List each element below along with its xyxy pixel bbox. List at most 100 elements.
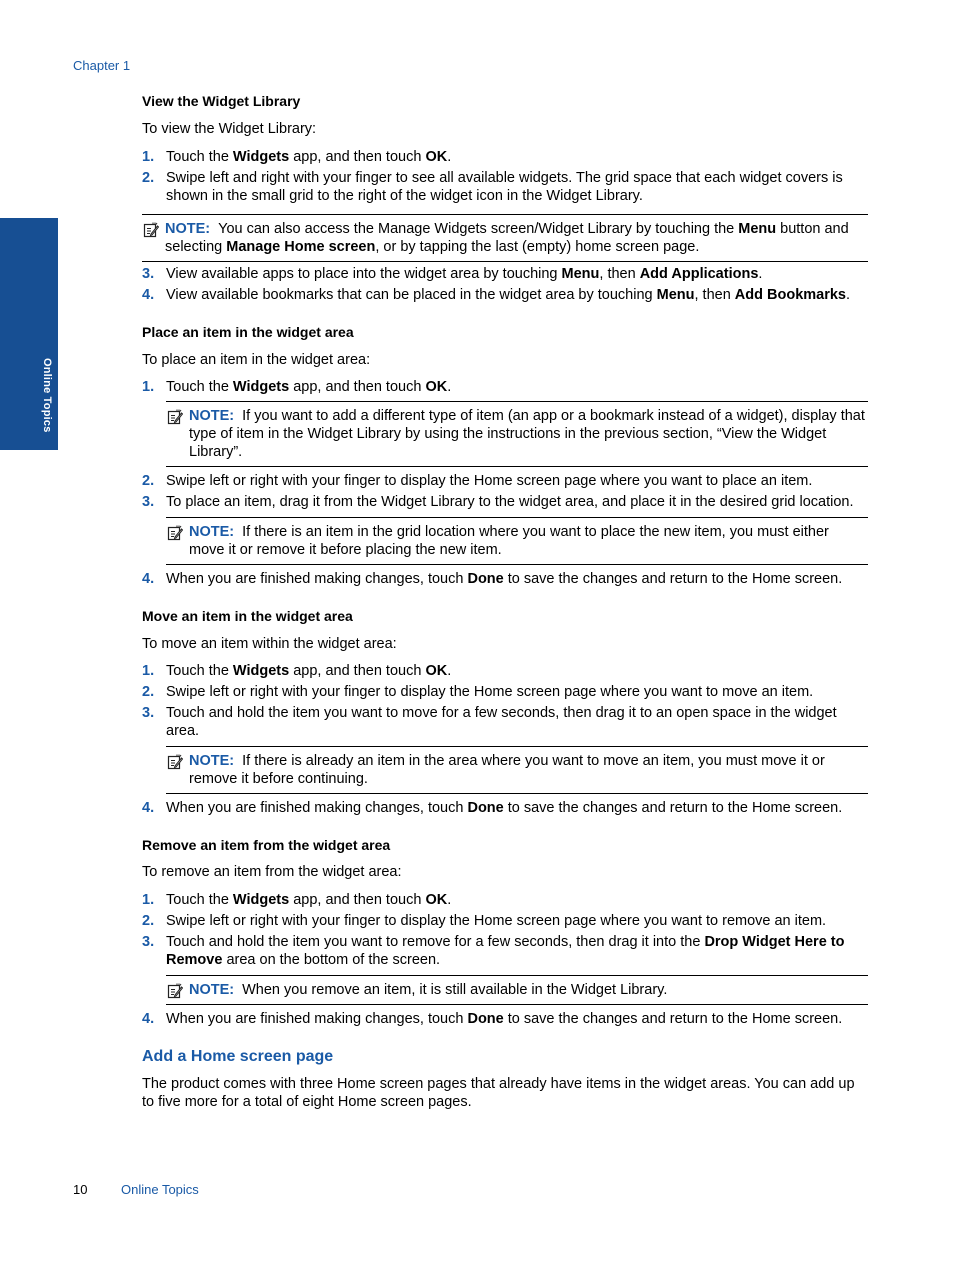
list-item: 3. Touch and hold the item you want to mo…	[142, 704, 868, 740]
text-run: area on the bottom of the screen.	[222, 952, 441, 968]
note-box: NOTE: If you want to add a different type…	[166, 401, 868, 467]
section-heading-move: Move an item in the widget area	[142, 608, 353, 624]
text-run: Swipe left and right with your finger to…	[166, 170, 843, 204]
list-item: 2. Swipe left and right with your finger …	[142, 169, 868, 205]
list-item: 2. Swipe left or right with your finger t…	[142, 472, 868, 490]
step-list: 2. Swipe left or right with your finger t…	[142, 472, 868, 511]
bold-term: Add Bookmarks	[734, 287, 846, 303]
step-number: 3.	[142, 494, 155, 510]
note-box: NOTE: If there is already an item in the …	[166, 746, 868, 794]
step-list: 4. When you are finished making changes, …	[142, 799, 868, 817]
text-run: , or by tapping the last (empty) home sc…	[375, 239, 700, 255]
section-heading-remove: Remove an item from the widget area	[142, 837, 391, 853]
text-run: Touch the	[166, 663, 233, 679]
step-list: 4. When you are finished making changes, …	[142, 1010, 868, 1028]
step-list: 1. Touch the Widgets app, and then touch …	[142, 662, 868, 740]
list-item: 1. Touch the Widgets app, and then touch …	[142, 378, 868, 396]
step-number: 2.	[142, 473, 155, 489]
text-run: .	[846, 287, 851, 303]
step-number: 3.	[142, 266, 155, 282]
bold-term: Widgets	[232, 379, 290, 395]
text-run: app, and then touch	[289, 663, 426, 679]
text-run: When you are finished making changes, to…	[166, 1011, 468, 1027]
section-heading-view: View the Widget Library	[142, 93, 301, 109]
note-label: NOTE:	[189, 524, 235, 540]
text-run: Touch and hold the item you want to move…	[166, 705, 837, 739]
step-number: 4.	[142, 800, 155, 816]
note-label: NOTE:	[189, 753, 235, 769]
bold-term: Menu	[738, 221, 777, 237]
section-intro-remove: To remove an item from the widget area:	[142, 864, 402, 880]
section-body-add: The product comes with three Home screen…	[142, 1076, 855, 1110]
step-number: 1.	[142, 379, 155, 395]
bold-term: OK	[425, 379, 448, 395]
text-run: .	[447, 379, 452, 395]
text-run: to save the changes and return to the Ho…	[503, 571, 843, 587]
text-run: .	[758, 266, 763, 282]
text-run: When you remove an item, it is still ava…	[242, 982, 668, 998]
step-number: 2.	[142, 170, 155, 186]
note-box: NOTE: When you remove an item, it is stil…	[166, 975, 868, 1005]
text-run: to save the changes and return to the Ho…	[503, 800, 843, 816]
page-number: 10	[73, 1182, 88, 1197]
step-number: 1.	[142, 663, 155, 679]
list-item: 1. Touch the Widgets app, and then touch …	[142, 662, 868, 680]
step-list: 1. Touch the Widgets app, and then touch …	[142, 148, 868, 205]
note-icon	[167, 409, 184, 425]
step-number: 4.	[142, 1011, 155, 1027]
step-number: 4.	[142, 287, 155, 303]
text-run: Touch and hold the item you want to remo…	[166, 934, 705, 950]
bold-term: Widgets	[232, 892, 290, 908]
note-box: NOTE: If there is an item in the grid loc…	[166, 517, 868, 565]
step-number: 3.	[142, 705, 155, 721]
section-intro-place: To place an item in the widget area:	[142, 352, 371, 368]
list-item: 4. View available bookmarks that can be p…	[142, 286, 868, 304]
list-item: 1. Touch the Widgets app, and then touch …	[142, 891, 868, 909]
step-number: 2.	[142, 913, 155, 929]
list-item: 4. When you are finished making changes, …	[142, 570, 868, 588]
note-box: NOTE: You can also access the Manage Widg…	[142, 214, 868, 262]
text-run: Touch the	[166, 892, 233, 908]
bold-term: OK	[425, 149, 448, 165]
note-icon	[167, 983, 184, 999]
text-run: .	[447, 892, 452, 908]
step-list: 3. View available apps to place into the …	[142, 265, 868, 304]
text-run: Touch the	[166, 149, 233, 165]
step-number: 2.	[142, 684, 155, 700]
text-run: .	[447, 149, 452, 165]
list-item: 3. To place an item, drag it from the Wid…	[142, 493, 868, 511]
bold-term: Add Applications	[639, 266, 759, 282]
text-run: View available apps to place into the wi…	[166, 266, 562, 282]
list-item: 2. Swipe left or right with your finger t…	[142, 683, 868, 701]
bold-term: Manage Home screen	[226, 239, 376, 255]
text-run: Swipe left or right with your finger to …	[166, 684, 814, 700]
bold-term: OK	[425, 892, 448, 908]
text-run: Swipe left or right with your finger to …	[166, 913, 827, 929]
list-item: 3. Touch and hold the item you want to re…	[142, 933, 868, 969]
bold-term: Widgets	[232, 663, 290, 679]
section-heading-place: Place an item in the widget area	[142, 324, 354, 340]
text-run: To place an item, drag it from the Widge…	[166, 494, 854, 510]
list-item: 2. Swipe left or right with your finger t…	[142, 912, 868, 930]
bold-term: Done	[467, 1011, 504, 1027]
text-run: When you are finished making changes, to…	[166, 800, 468, 816]
step-list: 4. When you are finished making changes, …	[142, 570, 868, 588]
list-item: 1. Touch the Widgets app, and then touch …	[142, 148, 868, 166]
note-icon	[167, 525, 184, 541]
page-content: View the Widget Library To view the Widg…	[142, 92, 868, 1111]
note-icon	[143, 222, 160, 238]
step-number: 1.	[142, 149, 155, 165]
list-item: 4. When you are finished making changes, …	[142, 799, 868, 817]
text-run: Swipe left or right with your finger to …	[166, 473, 813, 489]
note-label: NOTE:	[189, 408, 235, 424]
text-run: View available bookmarks that can be pla…	[166, 287, 657, 303]
step-number: 3.	[142, 934, 155, 950]
bold-term: Done	[467, 571, 504, 587]
bold-term: Menu	[656, 287, 695, 303]
side-tab-label: Online Topics	[41, 358, 53, 433]
text-run: app, and then touch	[289, 892, 426, 908]
section-intro-view: To view the Widget Library:	[142, 121, 317, 137]
bold-term: Widgets	[232, 149, 290, 165]
text-run: , then	[599, 266, 640, 282]
step-number: 1.	[142, 892, 155, 908]
